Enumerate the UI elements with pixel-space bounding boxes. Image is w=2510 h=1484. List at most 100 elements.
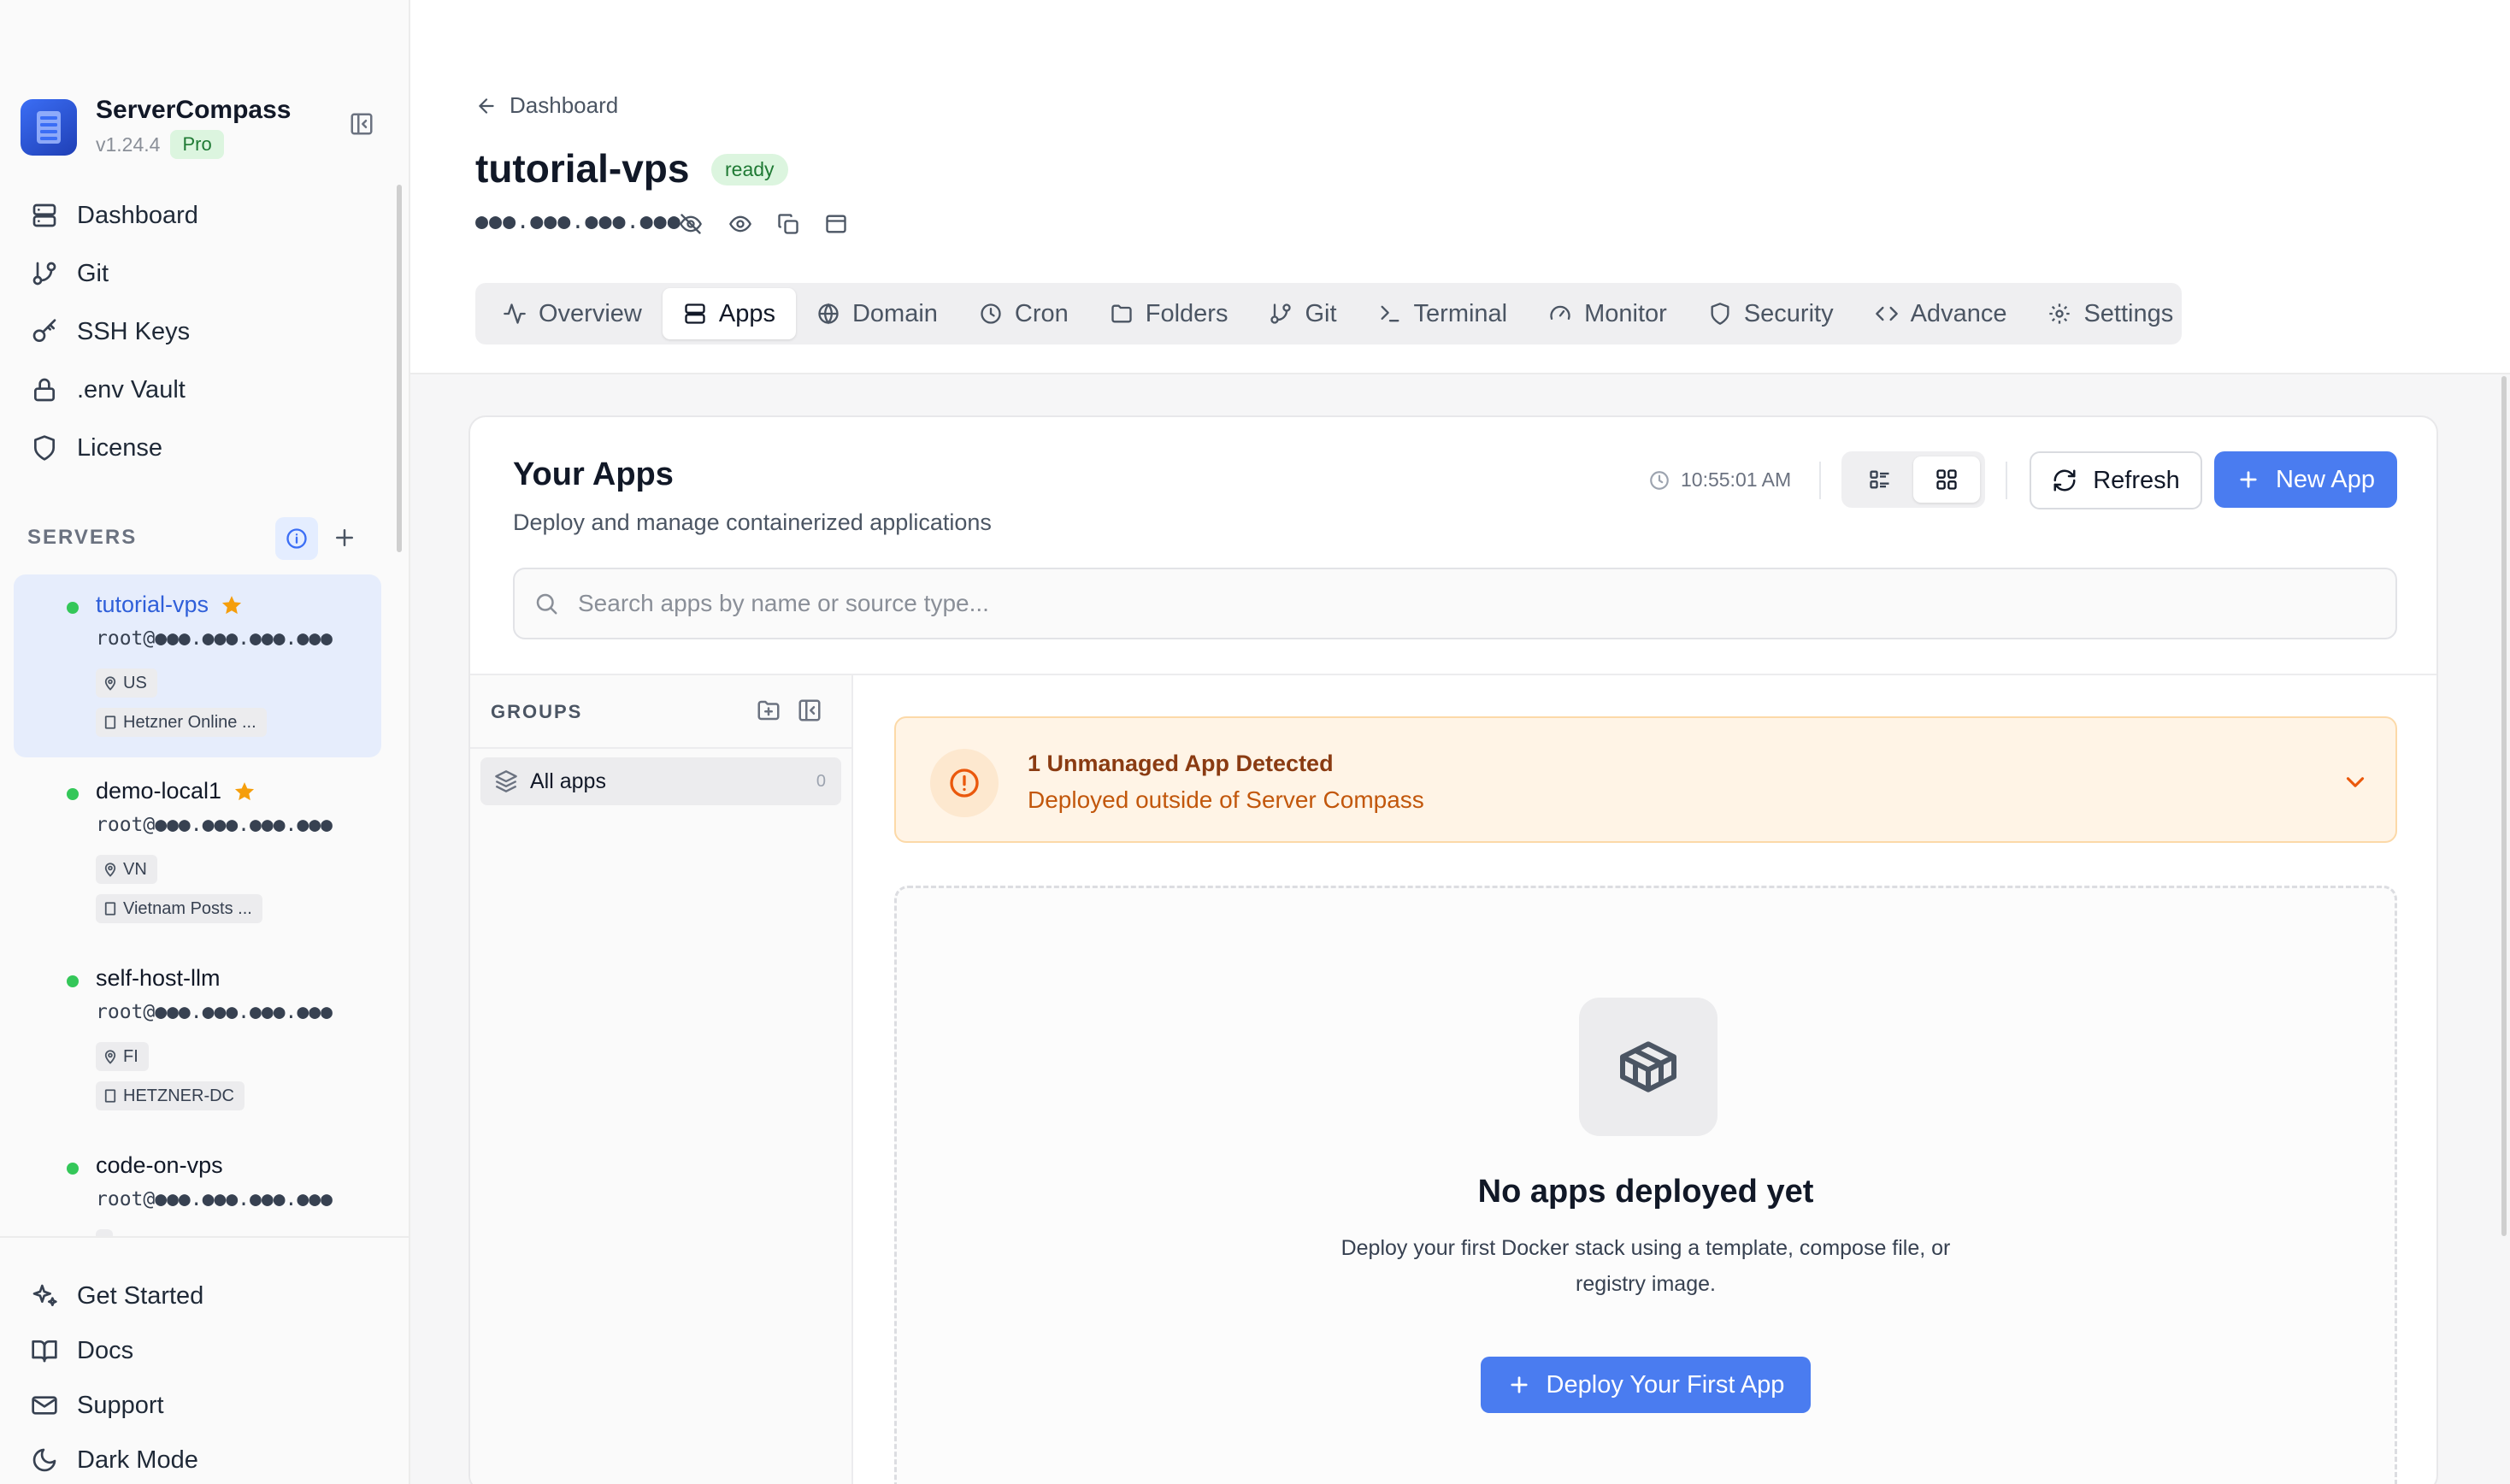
sidebar-scrollbar[interactable] <box>397 185 402 552</box>
map-pin-icon <box>104 1050 116 1064</box>
server-ip-masked: ●●●.●●●.●●●.●●● <box>475 209 681 233</box>
tab-git[interactable]: Git <box>1248 288 1357 339</box>
provider-tag: Hetzner Online ... <box>96 708 267 737</box>
back-link-label: Dashboard <box>510 92 619 118</box>
server-name: demo-local1 <box>96 778 222 804</box>
browser-window-icon[interactable] <box>824 212 848 236</box>
git-branch-icon <box>1270 303 1292 324</box>
deploy-first-app-button[interactable]: Deploy Your First App <box>1481 1357 1811 1413</box>
add-folder-icon[interactable] <box>756 698 781 723</box>
app-name: ServerCompass <box>96 96 292 124</box>
new-app-label: New App <box>2275 465 2376 493</box>
tab-terminal[interactable]: Terminal <box>1358 288 1529 339</box>
clock-icon <box>1650 470 1669 490</box>
copy-icon[interactable] <box>776 212 800 236</box>
code-icon <box>1875 306 1898 321</box>
server-item-tutorial-vps[interactable]: tutorial-vps root@●●●.●●●.●●●.●●● US Het… <box>14 574 381 757</box>
nav-item-dark-mode[interactable]: Dark Mode <box>31 1443 198 1477</box>
tab-apps[interactable]: Apps <box>662 288 796 339</box>
search-icon <box>536 593 557 615</box>
nav-item-ssh-keys[interactable]: SSH Keys <box>31 315 190 349</box>
divider <box>470 747 851 749</box>
collapse-sidebar-icon[interactable] <box>349 111 374 137</box>
tab-label: Security <box>1743 299 1834 327</box>
git-branch-icon <box>31 260 58 287</box>
server-name: code-on-vps <box>96 1152 223 1178</box>
status-online-dot <box>67 975 79 987</box>
refresh-button[interactable]: Refresh <box>2030 451 2202 509</box>
tab-domain[interactable]: Domain <box>796 288 958 339</box>
grid-view-button[interactable] <box>1913 456 1980 503</box>
unmanaged-apps-alert[interactable]: 1 Unmanaged App Detected Deployed outsid… <box>894 716 2397 843</box>
star-icon[interactable] <box>233 780 256 803</box>
status-online-dot <box>67 1163 79 1175</box>
nav-item-label: License <box>77 433 162 462</box>
page-title: tutorial-vps <box>475 146 690 191</box>
nav-item-dashboard[interactable]: Dashboard <box>31 198 198 233</box>
tab-cron[interactable]: Cron <box>958 288 1089 339</box>
last-updated-time: 10:55:01 AM <box>1681 468 1792 491</box>
nav-item-label: Support <box>77 1391 164 1419</box>
lock-icon <box>31 376 58 403</box>
nav-item-docs[interactable]: Docs <box>31 1334 133 1368</box>
building-icon <box>104 1089 116 1103</box>
main-scrollbar[interactable] <box>2501 376 2507 1236</box>
last-updated: 10:55:01 AM <box>1648 468 1791 492</box>
tab-label: Folders <box>1145 299 1228 327</box>
nav-item-git[interactable]: Git <box>31 256 109 291</box>
plan-badge: Pro <box>170 130 224 159</box>
empty-state: No apps deployed yet Deploy your first D… <box>894 886 2397 1484</box>
tab-label: Apps <box>718 299 775 327</box>
card-title: Your Apps <box>513 456 674 492</box>
collapse-panel-icon[interactable] <box>797 698 822 723</box>
plus-icon <box>2240 471 2257 488</box>
hide-ip-icon[interactable] <box>679 212 703 236</box>
servers-section-label: SERVERS <box>27 526 138 549</box>
server-item-self-host-llm[interactable]: self-host-llm root@●●●.●●●.●●●.●●● FI HE… <box>14 948 381 1131</box>
building-icon <box>104 716 116 729</box>
globe-icon <box>818 303 839 325</box>
add-server-icon[interactable] <box>332 525 357 551</box>
nav-item-label: SSH Keys <box>77 317 191 345</box>
nav-item-env-vault[interactable]: .env Vault <box>31 373 186 407</box>
tab-security[interactable]: Security <box>1688 288 1854 339</box>
server-stack-icon <box>31 202 58 229</box>
group-label: All apps <box>530 768 606 793</box>
tab-settings[interactable]: Settings <box>2027 288 2194 339</box>
tab-advance[interactable]: Advance <box>1854 288 2028 339</box>
info-icon[interactable] <box>275 517 318 560</box>
provider-label: HETZNER-DC <box>123 1086 234 1105</box>
tab-label: Monitor <box>1584 299 1667 327</box>
nav-item-support[interactable]: Support <box>31 1388 164 1422</box>
server-name: self-host-llm <box>96 965 221 991</box>
new-app-button[interactable]: New App <box>2214 451 2397 508</box>
folder-icon <box>1111 304 1132 323</box>
search-input[interactable] <box>578 590 2288 617</box>
show-ip-icon[interactable] <box>728 212 752 236</box>
tab-label: Advance <box>1910 299 2007 327</box>
list-view-button[interactable] <box>1847 456 1913 503</box>
server-host: root@●●●.●●●.●●●.●●● <box>96 1188 333 1210</box>
server-item-demo-local1[interactable]: demo-local1 root@●●●.●●●.●●●.●●● VN Viet… <box>14 761 381 944</box>
star-icon[interactable] <box>221 594 243 616</box>
tab-monitor[interactable]: Monitor <box>1528 288 1688 339</box>
tab-overview[interactable]: Overview <box>482 288 663 339</box>
provider-label: Vietnam Posts ... <box>123 898 252 918</box>
map-pin-icon <box>104 676 116 691</box>
nav-item-get-started[interactable]: Get Started <box>31 1279 203 1313</box>
moon-icon <box>31 1446 58 1474</box>
empty-state-description: Deploy your first Docker stack using a t… <box>1340 1236 1951 1296</box>
tab-label: Domain <box>851 299 938 327</box>
nav-item-label: .env Vault <box>77 375 186 403</box>
nav-item-license[interactable]: License <box>31 431 162 465</box>
provider-tag: HETZNER-DC <box>96 1081 245 1110</box>
group-item-all-apps[interactable]: All apps 0 <box>480 757 841 805</box>
tab-folders[interactable]: Folders <box>1089 288 1249 339</box>
tab-label: Terminal <box>1413 299 1508 327</box>
view-mode-toggle <box>1841 451 1985 508</box>
back-to-dashboard-link[interactable]: Dashboard <box>475 92 618 119</box>
chevron-down-icon[interactable] <box>2341 768 2370 797</box>
gear-icon <box>2049 303 2071 324</box>
region-tag: US <box>96 668 157 698</box>
deploy-first-app-label: Deploy Your First App <box>1546 1370 1785 1399</box>
